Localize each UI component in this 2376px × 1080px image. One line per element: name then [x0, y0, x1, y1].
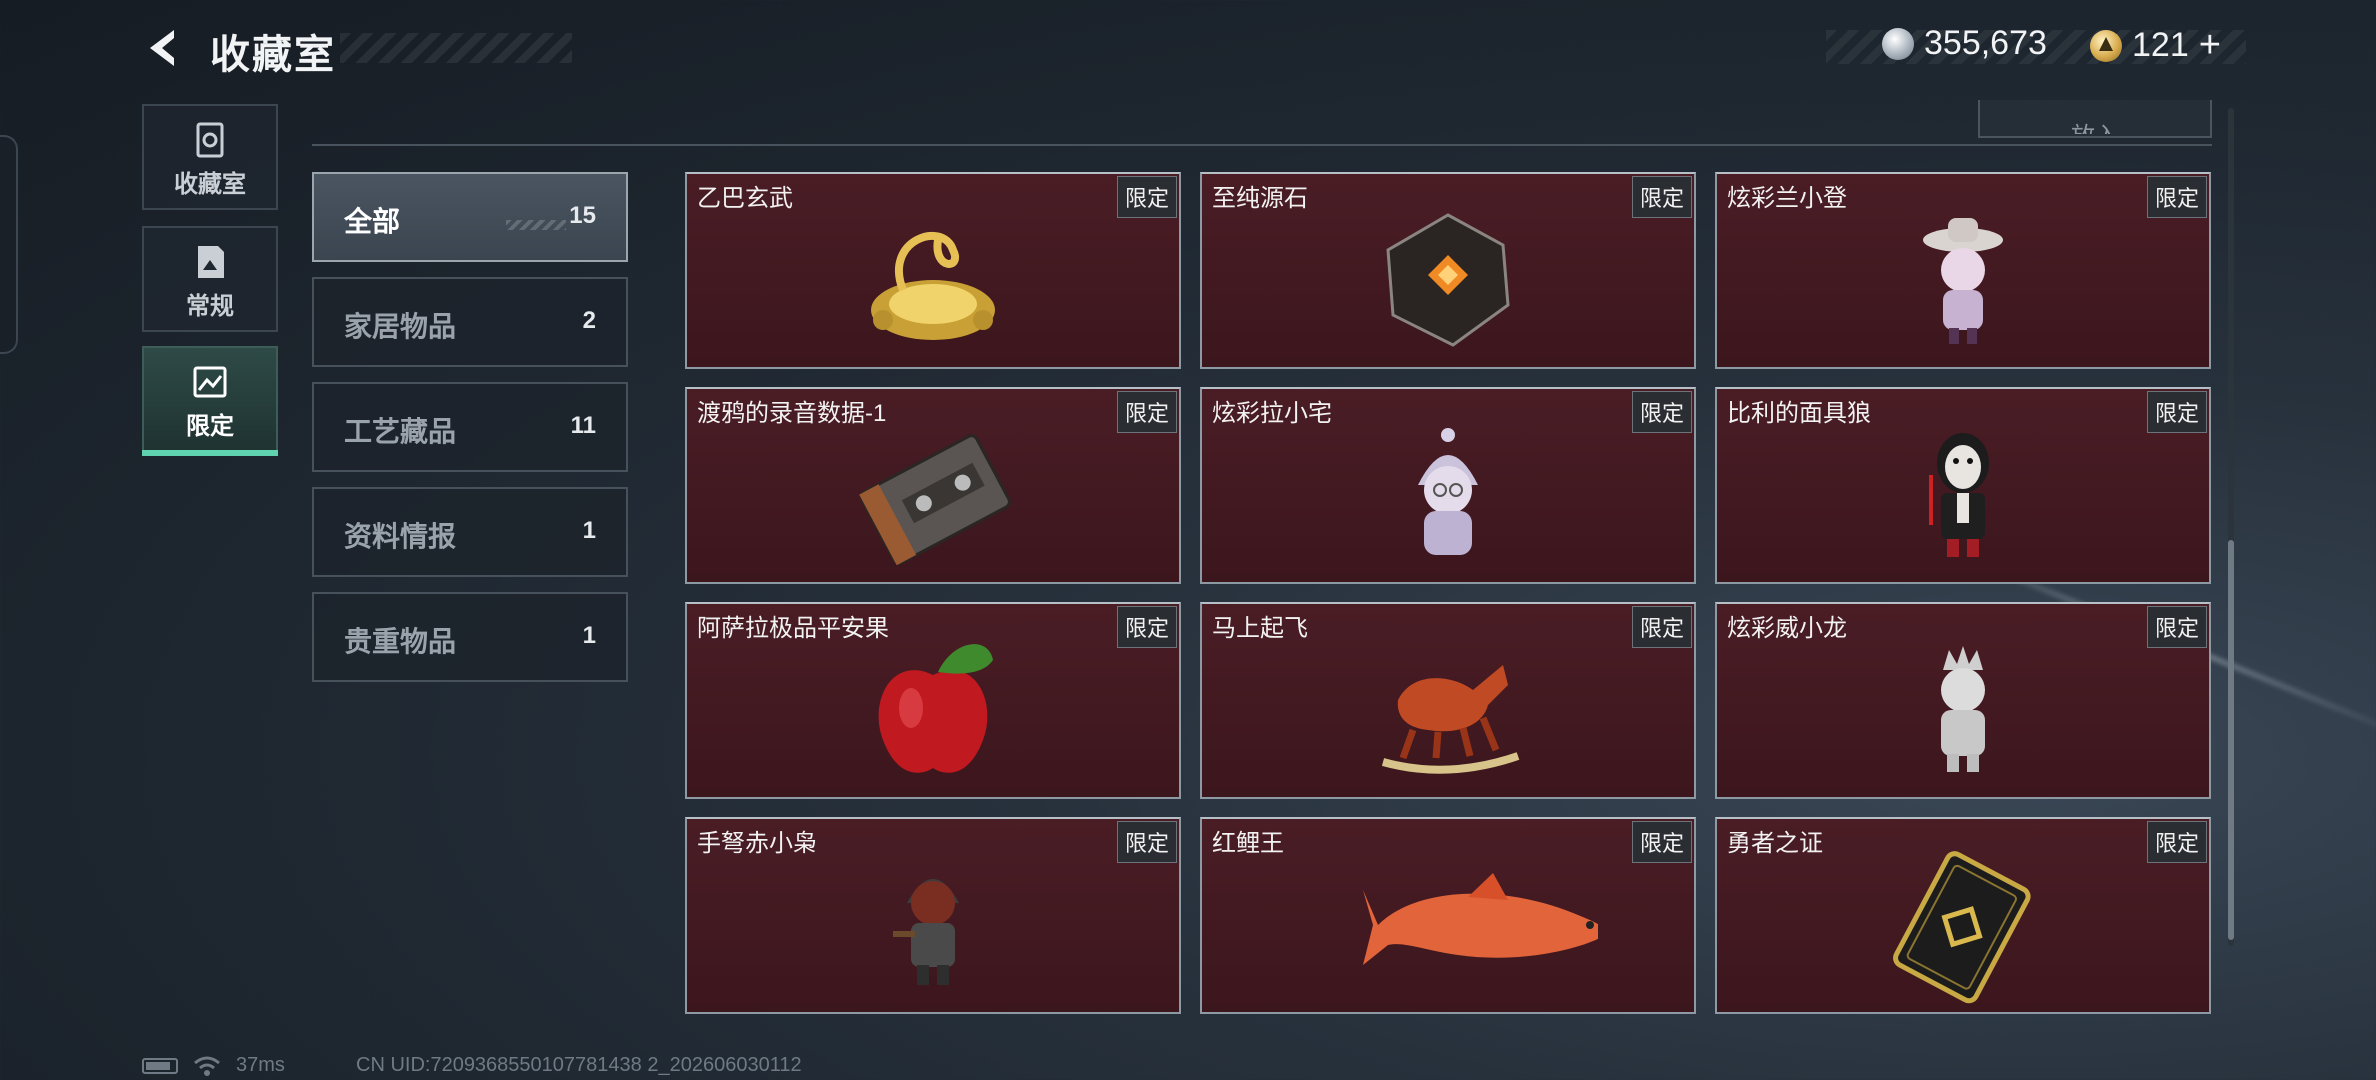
category-label: 资料情报	[344, 521, 457, 552]
limited-badge: 限定	[2146, 821, 2207, 863]
nav-regular[interactable]: 常规	[142, 226, 278, 332]
hooded-soldier-icon	[893, 879, 959, 985]
item-card[interactable]: 勇者之证 限定	[1715, 817, 2211, 1014]
item-card[interactable]: 马上起飞 限定	[1200, 602, 1696, 799]
limited-badge: 限定	[1631, 821, 1692, 863]
red-apple-icon	[878, 644, 993, 773]
limited-badge: 限定	[1631, 391, 1692, 433]
gold-currency[interactable]: 121 +	[2090, 24, 2221, 67]
nav-label: 常规	[186, 293, 234, 320]
limited-badge: 限定	[1631, 606, 1692, 648]
item-card[interactable]: 阿萨拉极品平安果 限定	[685, 602, 1181, 799]
item-card[interactable]: 炫彩拉小宅 限定	[1200, 387, 1696, 584]
item-card[interactable]: 红鲤王 限定	[1200, 817, 1696, 1014]
category-valuables[interactable]: 贵重物品 1	[312, 592, 628, 682]
gold-card-icon	[1893, 851, 2031, 1004]
limited-badge: 限定	[1116, 176, 1177, 218]
puppet-figure-icon	[1929, 433, 1989, 557]
limited-badge: 限定	[2146, 176, 2207, 218]
item-card[interactable]: 渡鸦的录音数据-1 限定	[685, 387, 1181, 584]
item-card[interactable]: 至纯源石 限定	[1200, 172, 1696, 369]
uid-text: CN UID:7209368550107781438 2_20260603011…	[356, 1054, 802, 1076]
nav-label: 限定	[186, 413, 234, 440]
rocking-horse-icon	[1381, 665, 1520, 774]
red-carp-icon	[1363, 873, 1598, 965]
category-count: 2	[582, 307, 596, 334]
figurine-sombrero-icon	[1923, 218, 2003, 344]
item-name: 炫彩兰小登	[1727, 185, 1847, 212]
category-label: 贵重物品	[344, 626, 457, 657]
source-stone-icon	[1386, 213, 1510, 347]
silver-amount: 355,673	[1924, 24, 2047, 62]
limited-badge: 限定	[2146, 391, 2207, 433]
category-count: 1	[582, 517, 596, 544]
limited-badge: 限定	[2146, 606, 2207, 648]
deposit-button[interactable]: 放入	[1978, 100, 2212, 138]
cassette-tape-icon	[859, 434, 1011, 566]
nav-label: 收藏室	[174, 171, 246, 198]
figurine-hooded-icon	[1418, 428, 1478, 555]
item-name: 勇者之证	[1727, 830, 1823, 857]
item-card[interactable]: 乙巴玄武 限定	[685, 172, 1181, 369]
gold-amount: 121	[2132, 26, 2189, 64]
category-count: 15	[569, 202, 596, 229]
category-count: 1	[582, 622, 596, 649]
category-label: 家居物品	[344, 311, 457, 342]
item-name: 比利的面具狼	[1727, 400, 1871, 427]
limited-picture-icon	[193, 366, 227, 398]
side-pull-tab[interactable]	[0, 135, 18, 354]
item-card[interactable]: 手弩赤小枭 限定	[685, 817, 1181, 1014]
status-footer: 37ms	[142, 1054, 285, 1077]
battery-icon	[142, 1057, 178, 1074]
add-currency-button[interactable]: +	[2199, 24, 2221, 67]
limited-badge: 限定	[1116, 821, 1177, 863]
gold-coin-icon	[2090, 29, 2122, 62]
limited-badge: 限定	[1116, 391, 1177, 433]
item-card[interactable]: 炫彩兰小登 限定	[1715, 172, 2211, 369]
item-name: 乙巴玄武	[697, 185, 793, 212]
page-title: 收藏室	[210, 33, 336, 77]
scrollbar-thumb[interactable]	[2228, 540, 2234, 940]
category-label: 工艺藏品	[344, 416, 457, 447]
back-arrow-icon[interactable]	[140, 24, 188, 72]
collection-room-icon	[196, 122, 224, 158]
item-name: 炫彩拉小宅	[1212, 400, 1332, 427]
wifi-icon	[194, 1056, 220, 1076]
title-decoration	[340, 33, 572, 63]
category-count: 11	[570, 412, 596, 439]
category-all[interactable]: 全部 15	[312, 172, 628, 262]
item-card[interactable]: 炫彩威小龙 限定	[1715, 602, 2211, 799]
category-home[interactable]: 家居物品 2	[312, 277, 628, 367]
nav-limited[interactable]: 限定	[142, 346, 278, 456]
category-intel[interactable]: 资料情报 1	[312, 487, 628, 577]
gold-dragon-turtle-icon	[871, 231, 995, 340]
nav-collection[interactable]: 收藏室	[142, 104, 278, 210]
document-icon	[198, 246, 224, 278]
item-card[interactable]: 比利的面具狼 限定	[1715, 387, 2211, 584]
limited-badge: 限定	[1631, 176, 1692, 218]
ping-value: 37ms	[236, 1054, 285, 1076]
divider	[312, 144, 2212, 146]
item-name: 炫彩威小龙	[1727, 615, 1847, 642]
figurine-crown-icon	[1941, 646, 1985, 772]
item-name: 手弩赤小枭	[697, 830, 817, 857]
deposit-button-label: 放入	[1980, 116, 2210, 134]
silver-coin-icon	[1882, 27, 1914, 60]
item-name: 红鲤王	[1212, 830, 1284, 857]
item-name: 马上起飞	[1212, 615, 1308, 642]
item-name: 至纯源石	[1212, 185, 1308, 212]
silver-currency: 355,673	[1882, 24, 2047, 63]
limited-badge: 限定	[1116, 606, 1177, 648]
category-label: 全部	[344, 206, 401, 237]
category-crafts[interactable]: 工艺藏品 11	[312, 382, 628, 472]
